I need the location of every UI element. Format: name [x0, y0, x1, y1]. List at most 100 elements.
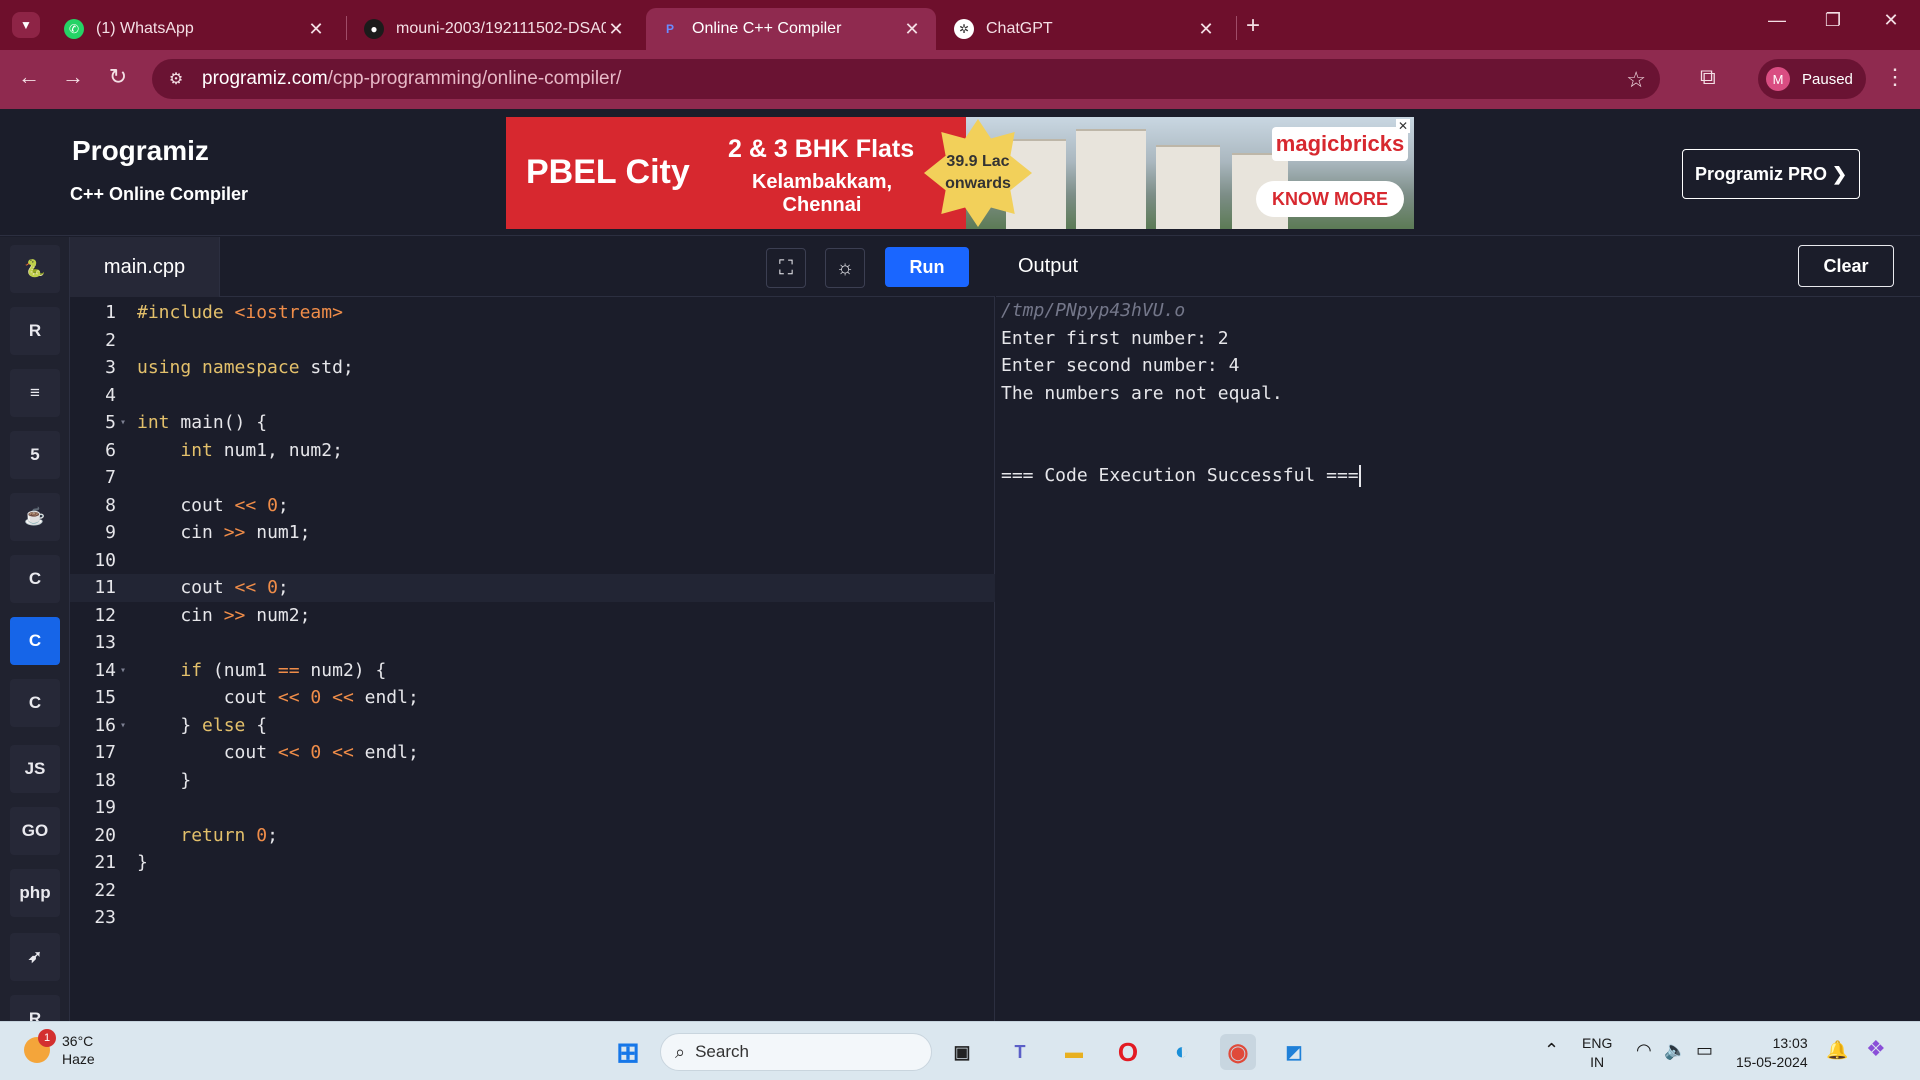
language-r-icon[interactable]: R — [10, 307, 60, 355]
language-indicator[interactable]: ENG IN — [1582, 1034, 1612, 1072]
language-rust-icon[interactable]: R — [10, 995, 60, 1021]
notifications-bell-icon[interactable]: 🔔 — [1826, 1040, 1848, 1061]
code-line[interactable]: 5 ▾ int main() { — [70, 409, 995, 437]
code-line[interactable]: 14 ▾ if (num1 == num2) { — [70, 657, 995, 685]
browser-menu-icon[interactable]: ⋮ — [1884, 64, 1906, 90]
tab-github[interactable]: ● mouni-2003/192111502-DSA01 ✕ — [350, 8, 640, 50]
file-tab-main-cpp[interactable]: main.cpp — [70, 237, 220, 297]
fold-arrow-icon[interactable]: ▾ — [120, 409, 126, 437]
language-sql-icon[interactable]: ≡ — [10, 369, 60, 417]
page-subtitle: C++ Online Compiler — [70, 184, 249, 204]
lang-top: ENG — [1582, 1035, 1613, 1051]
clock[interactable]: 13:03 15-05-2024 — [1736, 1034, 1808, 1072]
volume-icon[interactable]: 🔈 — [1664, 1040, 1686, 1061]
code-line[interactable]: 11 cout << 0; — [70, 574, 995, 602]
teams-icon[interactable]: T — [1002, 1034, 1038, 1070]
language-java-icon[interactable]: ☕ — [10, 493, 60, 541]
tab-whatsapp[interactable]: ✆ (1) WhatsApp ✕ — [50, 8, 340, 50]
language-csharp-icon[interactable]: C — [10, 679, 60, 727]
windows-start-icon[interactable]: ⊞ — [610, 1034, 646, 1070]
language-php-icon[interactable]: php — [10, 869, 60, 917]
ad-close-icon[interactable]: ✕ — [1396, 119, 1410, 133]
photos-icon[interactable]: ◩ — [1276, 1034, 1312, 1070]
bookmark-star-icon[interactable]: ☆ — [1626, 67, 1646, 93]
code-line[interactable]: 8 cout << 0; — [70, 492, 995, 520]
code-line[interactable]: 22 — [70, 877, 995, 905]
back-arrow-icon[interactable]: ← — [14, 64, 44, 90]
fold-arrow-icon[interactable]: ▾ — [120, 657, 126, 685]
code-line[interactable]: 12 cin >> num2; — [70, 602, 995, 630]
code-line[interactable]: 15 cout << 0 << endl; — [70, 684, 995, 712]
code-line[interactable]: 16 ▾ } else { — [70, 712, 995, 740]
code-line[interactable]: 3 using namespace std; — [70, 354, 995, 382]
wifi-icon[interactable]: ◠ — [1636, 1040, 1652, 1061]
language-swift-icon[interactable]: ➶ — [10, 933, 60, 981]
opera-icon[interactable]: O — [1110, 1034, 1146, 1070]
language-cpp-icon[interactable]: C — [10, 617, 60, 665]
address-bar[interactable]: ⚙ programiz.com/cpp-programming/online-c… — [152, 59, 1660, 99]
language-js-icon[interactable]: JS — [10, 745, 60, 793]
code-line[interactable]: 17 cout << 0 << endl; — [70, 739, 995, 767]
task-view-icon[interactable]: ▣ — [944, 1034, 980, 1070]
extensions-puzzle-icon[interactable]: ⧉ — [1700, 64, 1716, 90]
line-number: 9 — [105, 522, 116, 543]
weather-widget[interactable]: 1 36°C Haze — [24, 1029, 95, 1068]
window-close-icon[interactable]: ✕ — [1876, 10, 1906, 31]
file-explorer-icon[interactable]: ▬ — [1056, 1034, 1092, 1070]
language-python-icon[interactable]: 🐍 — [10, 245, 60, 293]
code-line[interactable]: 23 — [70, 904, 995, 932]
chrome-icon[interactable]: ◉ — [1220, 1034, 1256, 1070]
close-icon[interactable]: ✕ — [1196, 19, 1216, 40]
clock-date: 15-05-2024 — [1736, 1054, 1808, 1070]
language-go-icon[interactable]: GO — [10, 807, 60, 855]
tab-online-cpp-compiler[interactable]: P Online C++ Compiler ✕ — [646, 8, 936, 50]
code-line[interactable]: 2 — [70, 327, 995, 355]
new-tab-plus-icon[interactable]: + — [1246, 12, 1260, 40]
code-line[interactable]: 19 — [70, 794, 995, 822]
taskbar-search[interactable]: ⌕ Search — [660, 1033, 932, 1071]
edge-icon[interactable]: ◐ — [1164, 1034, 1200, 1070]
close-icon[interactable]: ✕ — [902, 19, 922, 40]
output-console[interactable]: /tmp/PNpyp43hVU.o Enter first number: 2 E… — [996, 297, 1920, 1021]
chevron-up-icon[interactable]: ⌃ — [1544, 1040, 1559, 1061]
code-line[interactable]: 7 — [70, 464, 995, 492]
clear-button[interactable]: Clear — [1798, 245, 1894, 287]
run-button[interactable]: Run — [885, 247, 969, 287]
close-icon[interactable]: ✕ — [306, 19, 326, 40]
fullscreen-icon[interactable]: ⛶ — [766, 248, 806, 288]
search-icon: ⌕ — [675, 1041, 686, 1062]
code-line[interactable]: 6 int num1, num2; — [70, 437, 995, 465]
forward-arrow-icon[interactable]: → — [58, 64, 88, 90]
code-editor[interactable]: 1 #include <iostream> 2 3 using namespace st… — [70, 297, 995, 1021]
site-info-icon[interactable]: ⚙ — [158, 69, 194, 89]
site-header: Programiz C++ Online Compiler PBEL City … — [0, 109, 1920, 236]
code-line[interactable]: 10 — [70, 547, 995, 575]
theme-toggle-sun-icon[interactable]: ☼ — [825, 248, 865, 288]
programiz-pro-button[interactable]: Programiz PRO ❯ — [1682, 149, 1860, 199]
code-line[interactable]: 21} — [70, 849, 995, 877]
language-c-icon[interactable]: C — [10, 555, 60, 603]
language-html-icon[interactable]: 5 — [10, 431, 60, 479]
advertisement-banner[interactable]: PBEL City 2 & 3 BHK Flats Kelambakkam, C… — [506, 117, 1414, 229]
ad-cta-button[interactable]: KNOW MORE — [1256, 181, 1404, 217]
code-text: } — [137, 852, 148, 873]
html-icon: 5 — [30, 445, 40, 464]
minimize-icon[interactable]: — — [1762, 10, 1792, 31]
profile-button[interactable]: M Paused — [1758, 59, 1866, 99]
code-line[interactable]: 1 #include <iostream> — [70, 299, 995, 327]
code-line[interactable]: 18 } — [70, 767, 995, 795]
close-icon[interactable]: ✕ — [606, 19, 626, 40]
copilot-icon[interactable]: ❖ — [1866, 1036, 1886, 1062]
code-line[interactable]: 4 — [70, 382, 995, 410]
code-line[interactable]: 9 cin >> num1; — [70, 519, 995, 547]
reload-icon[interactable]: ↻ — [103, 64, 133, 90]
fold-arrow-icon[interactable]: ▾ — [120, 712, 126, 740]
battery-icon[interactable]: ▭ — [1696, 1040, 1713, 1061]
restore-icon[interactable]: ❐ — [1818, 10, 1848, 31]
line-number: 15 — [94, 687, 116, 708]
code-line[interactable]: 20 return 0; — [70, 822, 995, 850]
tab-search-button[interactable]: ▼ — [12, 12, 40, 38]
programiz-logo[interactable]: Programiz — [72, 135, 209, 167]
tab-chatgpt[interactable]: ✲ ChatGPT ✕ — [940, 8, 1230, 50]
code-line[interactable]: 13 — [70, 629, 995, 657]
